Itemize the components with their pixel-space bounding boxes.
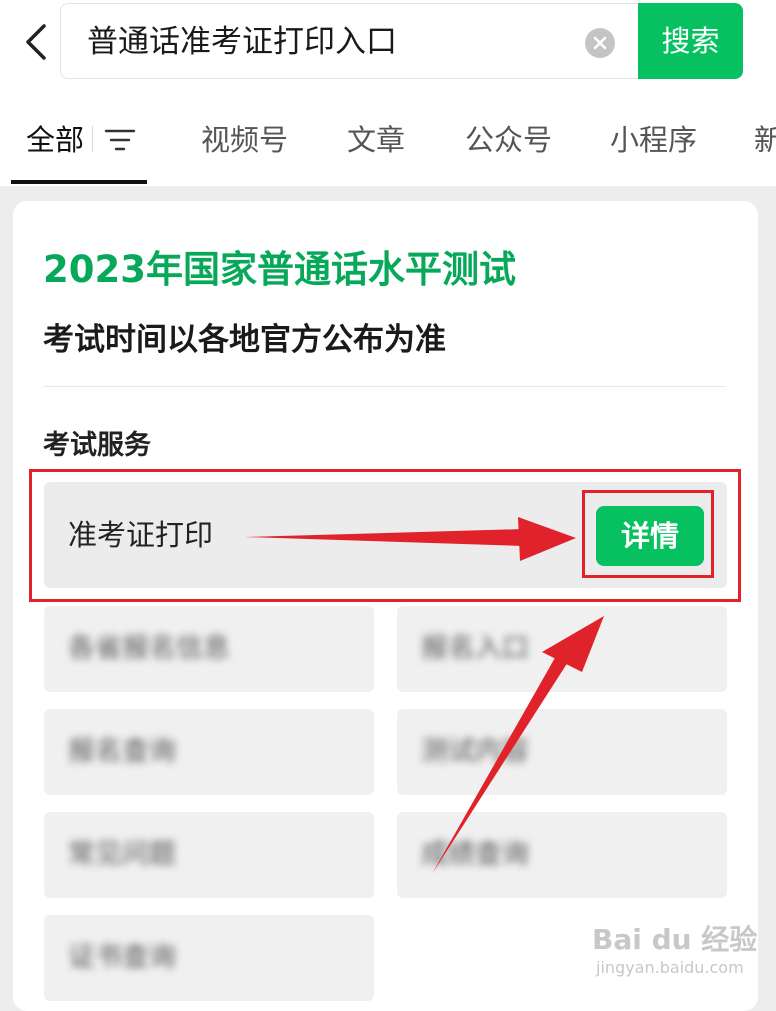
search-input[interactable]: 普通话准考证打印入口 [87,4,397,80]
service-tile-label: 成绩查询 [421,839,529,870]
active-tab-indicator [11,180,147,184]
tab-articles[interactable]: 文章 [347,100,405,180]
search-bar: 普通话准考证打印入口 搜索 [60,3,743,80]
clear-search-button[interactable] [585,28,615,58]
tab-official-accounts[interactable]: 公众号 [465,100,552,180]
service-tile[interactable]: 测试内容 [397,709,727,795]
service-tile[interactable]: 各省报名信息 [44,606,374,692]
tab-bar: 全部 视频号 文章 公众号 小程序 新 [0,100,776,186]
result-card: 2023年国家普通话水平测试 考试时间以各地官方公布为准 考试服务 准考证打印 … [13,201,758,1011]
top-bar: 普通话准考证打印入口 搜索 全部 视频号 文章 公众号 小程序 新 [0,0,776,186]
filter-icon[interactable] [104,126,136,154]
watermark-logo: Bai du 经验 [592,923,758,956]
watermark: Bai du 经验 jingyan.baidu.com [592,918,757,978]
tab-channels[interactable]: 视频号 [201,100,288,180]
card-title[interactable]: 2023年国家普通话水平测试 [43,239,516,293]
service-tile[interactable]: 成绩查询 [397,812,727,898]
service-tile[interactable]: 证书查询 [44,915,374,1001]
close-icon [593,36,607,50]
card-subtitle: 考试时间以各地官方公布为准 [43,322,446,358]
service-tile[interactable]: 常见问题 [44,812,374,898]
annotation-highlight-button [582,490,714,578]
service-tile-label: 常见问题 [68,839,176,870]
tab-all[interactable]: 全部 [26,100,84,180]
service-tile-label: 报名查询 [68,736,176,767]
section-label: 考试服务 [43,430,151,461]
divider [43,386,726,387]
service-tile[interactable]: 报名查询 [44,709,374,795]
tab-divider [92,126,93,152]
service-tile[interactable]: 报名入口 [397,606,727,692]
service-tile-label: 证书查询 [68,942,176,973]
watermark-url: jingyan.baidu.com [596,958,744,977]
chevron-left-icon [26,24,46,60]
tab-mini-programs[interactable]: 小程序 [610,100,697,180]
service-tile-label: 测试内容 [421,736,529,767]
search-button[interactable]: 搜索 [638,3,743,79]
service-tile-label: 报名入口 [421,633,529,664]
service-tile-label: 各省报名信息 [68,633,230,664]
back-button[interactable] [14,16,58,68]
tab-news[interactable]: 新 [754,100,776,180]
